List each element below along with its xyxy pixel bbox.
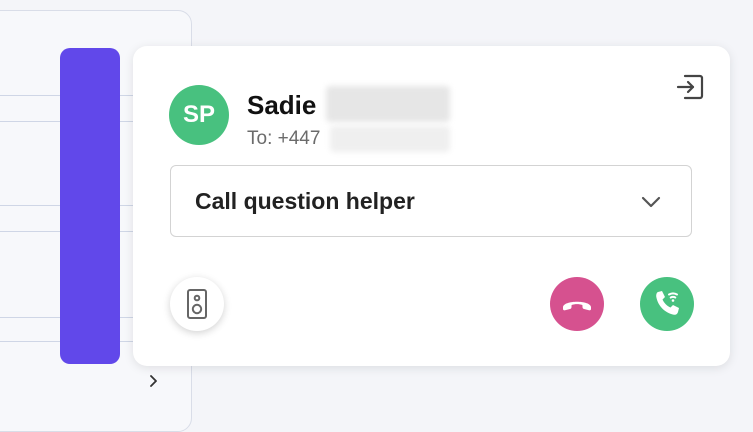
speaker-icon bbox=[187, 289, 207, 319]
hang-up-button[interactable] bbox=[550, 277, 604, 331]
exit-icon[interactable] bbox=[675, 72, 705, 102]
speaker-button[interactable] bbox=[170, 277, 224, 331]
select-value: Call question helper bbox=[195, 188, 415, 214]
accent-bar bbox=[60, 48, 120, 364]
avatar: SP bbox=[169, 85, 229, 145]
call-question-select[interactable]: Call question helper bbox=[170, 165, 692, 237]
chevron-down-icon bbox=[639, 194, 663, 210]
chevron-right-icon[interactable] bbox=[146, 374, 160, 388]
caller-number: To: +447 bbox=[247, 128, 321, 149]
phone-hangup-icon bbox=[550, 277, 604, 331]
call-card: SP Sadie To: +447 Call question helper bbox=[133, 46, 730, 366]
redacted-surname bbox=[326, 86, 450, 122]
caller-name: Sadie bbox=[247, 90, 317, 120]
answer-call-button[interactable] bbox=[640, 277, 694, 331]
redacted-number bbox=[330, 126, 450, 152]
phone-wifi-icon bbox=[640, 277, 694, 331]
